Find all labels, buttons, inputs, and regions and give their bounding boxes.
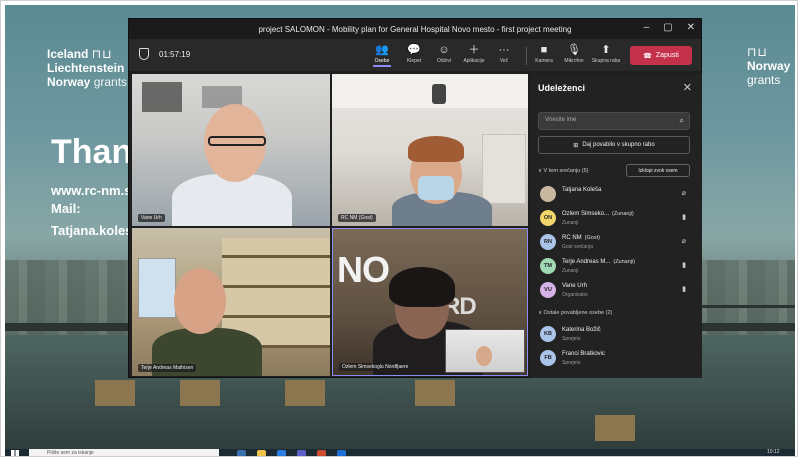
participant-row[interactable]: RN RC NM (Gost) Gost srečanja ⌀ [538,232,694,254]
participant-row[interactable]: FB Franci Bratkovic Sprejeto [538,348,694,370]
avatar: FB [540,350,556,366]
avatar: ON [540,210,556,226]
eea-grants-logo-left: Iceland ⊓⊔ Liechtenstein Norway grants [47,47,128,89]
norway-grants-logo-right: ⊓⊔ Norway grants [747,45,791,87]
camera-button[interactable]: ■ Kamera [527,42,561,64]
mic-icon: ▮ [682,262,686,269]
taskbar-clock: 10:12 [767,449,780,455]
mic-icon: ▮ [682,286,686,293]
mic-icon: ▮ [682,214,686,221]
invite-icon: ⊞ [573,142,579,149]
video-tile-active-speaker[interactable]: NO RD Ozlem Simsekoglu Nordfjaere [332,228,528,376]
search-icon: ⌕ [679,116,684,125]
wall-sign-text: NO [337,249,390,290]
mic-off-icon: ⌀ [681,238,686,245]
self-view-preview[interactable] [445,329,525,373]
participant-row[interactable]: VU Vane Urh Organizator ▮ [538,280,694,302]
participants-panel: Udeleženci ✕ Vnesite ime ⌕ ⊞ Daj povabil… [530,74,702,378]
close-window-button[interactable]: ✕ [687,22,695,33]
more-button[interactable]: ··· Več [487,42,521,64]
video-name-label: Vane Urh [138,214,165,222]
powerpoint-icon[interactable] [317,450,326,456]
slide-title: Than [51,133,133,171]
edge-icon[interactable] [277,450,286,456]
share-invite-button[interactable]: ⊞ Daj povabilo v skupno rabo [538,136,690,154]
bridge-pillar [285,380,325,406]
minimize-button[interactable]: – [644,22,650,33]
self-face [476,346,492,366]
share-icon: ⬆ [601,44,611,56]
participant-row[interactable]: KB Katerina Božič Sprejeto [538,324,694,346]
hair [389,267,455,307]
slide-website: www.rc-nm.s [51,183,132,198]
screenshot: Iceland ⊓⊔ Liechtenstein Norway grants ⊓… [0,0,798,457]
reactions-icon: ☺ [438,44,450,56]
teams-meeting-window: project SALOMON - Mobility plan for Gene… [128,18,702,378]
avatar: RN [540,234,556,250]
participant-face [174,268,226,334]
window-titlebar: project SALOMON - Mobility plan for Gene… [129,19,701,39]
mute-all-button[interactable]: Izklopi zvok vsem [626,164,690,177]
face-mask [418,176,454,200]
participant-row[interactable]: Tatjana Koleša ⌀ [538,184,694,206]
leave-button[interactable]: ☎ Zapusti [630,46,692,65]
mic-off-icon: ⌀ [681,190,686,197]
reactions-button[interactable]: ☺ Odzivi [427,42,461,64]
bridge-pillar [415,380,455,406]
section-in-meeting[interactable]: ∨ V tem srečanju (5) [538,168,589,174]
video-tile[interactable]: RC NM (Gost) [332,74,528,226]
teams-icon[interactable] [297,450,306,456]
shield-icon [139,48,149,60]
ceiling [332,74,528,108]
participant-row[interactable]: ON Ozlem Simseko... (Zunanji) Zunanji ▮ [538,208,694,230]
meeting-timer: 01:57:19 [159,50,191,59]
avatar: VU [540,282,556,298]
taskbar-search-input[interactable]: Pišite sem za iskanje [29,449,219,456]
people-button[interactable]: 👥 Osebe [365,42,399,67]
bridge-pillar [95,380,135,406]
people-icon: 👥 [375,44,389,56]
bridge-pillar [595,415,635,441]
cabinet [482,134,526,204]
slide-mail-label: Mail: [51,201,81,216]
camera-icon: ■ [540,44,548,56]
mic-button[interactable]: 🎙 Mikrofon [557,42,591,64]
task-view-icon[interactable] [237,450,246,456]
windows-start-icon[interactable] [11,450,19,456]
panel-title: Udeleženci [538,83,586,93]
ceiling-lamp [432,84,446,104]
mic-muted-icon: 🎙 [567,44,581,56]
participant-row[interactable]: TM Terje Andreas M... (Zunanji) Zunanji ▮ [538,256,694,278]
more-icon: ··· [498,44,510,56]
plus-icon: ＋ [468,44,480,56]
chat-button[interactable]: 💬 Klepet [397,42,431,64]
avatar: TM [540,258,556,274]
meeting-toolbar: 01:57:19 👥 Osebe 💬 Klepet ☺ Odzivi ＋ Aplikac… [129,39,701,71]
windows-taskbar: Pišite sem za iskanje 10:12 [5,449,795,456]
video-tile[interactable]: Vane Urh [132,74,330,226]
ceiling-fixture [142,82,182,112]
slide-email: Tatjana.koles [51,223,133,238]
participant-search-input[interactable]: Vnesite ime ⌕ [538,112,690,130]
maximize-button[interactable]: ▢ [663,22,672,33]
video-name-label: RC NM (Gost) [338,214,376,222]
video-tile[interactable]: Terje Andreas Mathisen [132,228,330,376]
share-button[interactable]: ⬆ Skupna raba [589,42,623,64]
chat-icon: 💬 [407,44,421,56]
apps-button[interactable]: ＋ Aplikacije [457,42,491,64]
video-name-label: Terje Andreas Mathisen [138,364,197,372]
section-other-invitees[interactable]: ∨ Ostale povabljene osebe (2) [538,310,612,316]
video-name-label: Ozlem Simsekoglu Nordfjaere [339,363,412,371]
glasses [208,136,266,146]
wall-map [138,258,176,318]
outlook-icon[interactable] [337,450,346,456]
close-panel-button[interactable]: ✕ [683,81,692,94]
avatar [540,186,556,202]
phone-hangup-icon: ☎ [643,52,652,60]
bridge-pillar [180,380,220,406]
file-explorer-icon[interactable] [257,450,266,456]
hair [408,136,464,162]
avatar: KB [540,326,556,342]
window-title: project SALOMON - Mobility plan for Gene… [258,24,572,34]
